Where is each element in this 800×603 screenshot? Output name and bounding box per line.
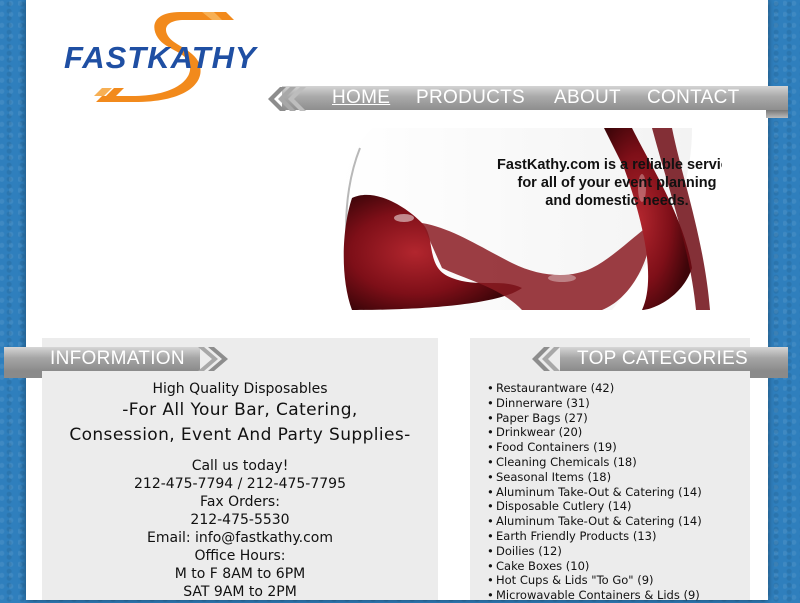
category-item[interactable]: • Cake Boxes (10) xyxy=(487,559,702,574)
category-label[interactable]: Restaurantware (42) xyxy=(496,381,614,395)
category-item[interactable]: • Earth Friendly Products (13) xyxy=(487,529,702,544)
category-item[interactable]: • Food Containers (19) xyxy=(487,440,702,455)
info-hours-saturday: SAT 9AM to 2PM xyxy=(183,584,297,600)
category-item[interactable]: • Restaurantware (42) xyxy=(487,381,702,396)
nav-bar-shadow xyxy=(766,110,788,118)
hero-tagline: FastKathy.com is a reliable service for … xyxy=(497,157,722,209)
category-item[interactable]: • Paper Bags (27) xyxy=(487,411,702,426)
bullet-icon: • xyxy=(487,440,494,455)
category-label[interactable]: Doilies (12) xyxy=(496,544,562,558)
category-list: • Restaurantware (42) • Dinnerware (31) • P… xyxy=(487,381,702,603)
category-item[interactable]: • Drinkwear (20) xyxy=(487,425,702,440)
category-item[interactable]: • Hot Cups & Lids "To Go" (9) xyxy=(487,573,702,588)
bullet-icon: • xyxy=(487,395,494,410)
info-fax-number: 212-475-5530 xyxy=(190,512,290,528)
hero-banner: FastKathy.com is a reliable service for … xyxy=(312,128,722,310)
category-label[interactable]: Dinnerware (31) xyxy=(496,396,590,410)
category-label[interactable]: Disposable Cutlery (14) xyxy=(496,499,632,513)
bullet-icon: • xyxy=(487,528,494,543)
category-label[interactable]: Cleaning Chemicals (18) xyxy=(496,455,637,469)
logo[interactable]: FASTKATHY xyxy=(62,8,277,104)
info-hours-weekday: M to F 8AM to 6PM xyxy=(174,566,306,582)
bullet-icon: • xyxy=(487,514,494,529)
nav-products-link[interactable]: PRODUCTS xyxy=(416,87,525,109)
info-line-consession: Consession, Event And Party Supplies- xyxy=(69,425,411,445)
category-label[interactable]: Earth Friendly Products (13) xyxy=(496,529,656,543)
nav-about-link[interactable]: ABOUT xyxy=(554,87,621,109)
top-categories-ribbon: TOP CATEGORIES xyxy=(530,346,788,378)
info-line-disposables: High Quality Disposables xyxy=(152,381,328,397)
category-item[interactable]: • Disposable Cutlery (14) xyxy=(487,499,702,514)
category-item[interactable]: • Aluminum Take-Out & Catering (14) xyxy=(487,485,702,500)
info-email[interactable]: Email: info@fastkathy.com xyxy=(42,529,438,547)
category-label[interactable]: Aluminum Take-Out & Catering (14) xyxy=(496,485,702,499)
bullet-icon: • xyxy=(487,558,494,573)
info-phone-numbers[interactable]: 212-475-7794 / 212-475-7795 xyxy=(42,475,438,493)
bullet-icon: • xyxy=(487,573,494,588)
information-content: High Quality Disposables -For All Your B… xyxy=(42,380,438,601)
bullet-icon: • xyxy=(487,499,494,514)
category-item[interactable]: • Aluminum Take-Out & Catering (14) xyxy=(487,514,702,529)
category-item[interactable]: • Seasonal Items (18) xyxy=(487,470,702,485)
nav-contact-link[interactable]: CONTACT xyxy=(647,87,740,109)
bullet-icon: • xyxy=(487,469,494,484)
bullet-icon: • xyxy=(487,454,494,469)
bullet-icon: • xyxy=(487,588,494,603)
category-label[interactable]: Hot Cups & Lids "To Go" (9) xyxy=(496,573,654,587)
category-label[interactable]: Cake Boxes (10) xyxy=(496,559,589,573)
bullet-icon: • xyxy=(487,543,494,558)
category-item[interactable]: • Doilies (12) xyxy=(487,544,702,559)
nav-home-link[interactable]: HOME xyxy=(332,87,390,109)
category-label[interactable]: Aluminum Take-Out & Catering (14) xyxy=(496,514,702,528)
category-item[interactable]: • Cleaning Chemicals (18) xyxy=(487,455,702,470)
top-categories-title: TOP CATEGORIES xyxy=(577,348,749,369)
category-label[interactable]: Food Containers (19) xyxy=(496,440,617,454)
information-ribbon: INFORMATION xyxy=(4,346,232,378)
category-label[interactable]: Seasonal Items (18) xyxy=(496,470,611,484)
category-label[interactable]: Drinkwear (20) xyxy=(496,425,582,439)
info-call-today: Call us today! xyxy=(191,458,289,474)
nav-arrows-icon xyxy=(268,87,306,111)
bullet-icon: • xyxy=(487,484,494,499)
main-nav: HOME PRODUCTS ABOUT CONTACT xyxy=(266,86,790,118)
bullet-icon: • xyxy=(487,381,494,395)
information-title: INFORMATION xyxy=(50,348,185,369)
category-item[interactable]: • Microwavable Containers & Lids (9) xyxy=(487,588,702,603)
bullet-icon: • xyxy=(487,410,494,425)
category-item[interactable]: • Dinnerware (31) xyxy=(487,396,702,411)
bullet-icon: • xyxy=(487,425,494,440)
info-hours-label: Office Hours: xyxy=(194,548,286,564)
category-label[interactable]: Microwavable Containers & Lids (9) xyxy=(496,588,700,602)
info-line-bar-catering: -For All Your Bar, Catering, xyxy=(122,400,358,420)
info-fax-label: Fax Orders: xyxy=(200,494,280,510)
category-label[interactable]: Paper Bags (27) xyxy=(496,411,588,425)
logo-text: FASTKATHY xyxy=(64,40,257,75)
